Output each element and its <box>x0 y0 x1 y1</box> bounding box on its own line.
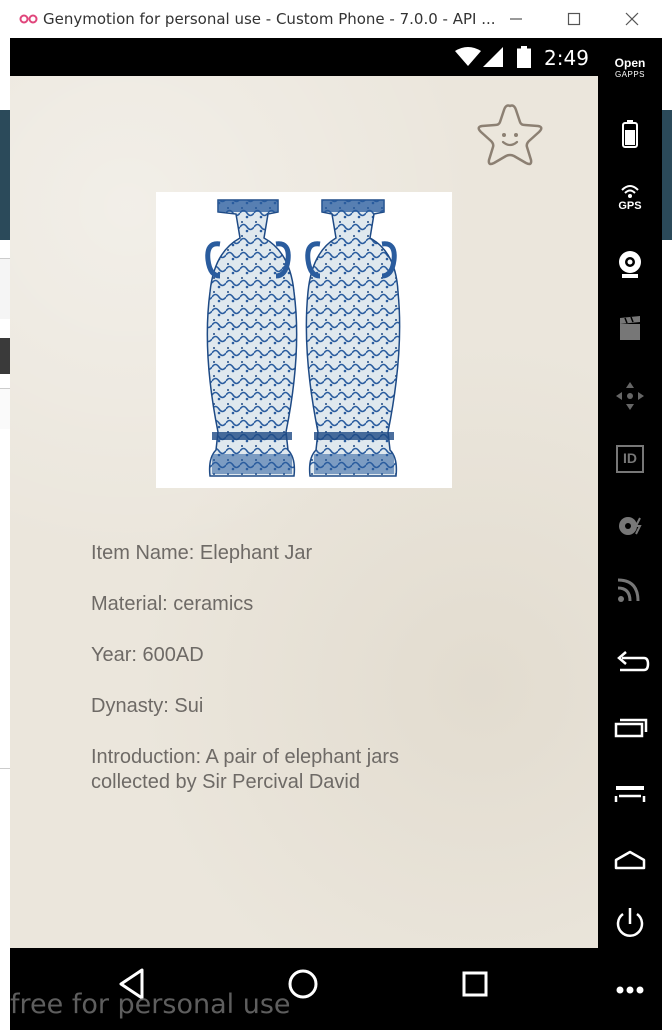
window-title: Genymotion for personal use - Custom Pho… <box>43 10 496 28</box>
home-roof-icon <box>614 850 646 870</box>
background-window-right-edge <box>662 38 672 1030</box>
sidebar-recent-apps-button[interactable] <box>606 706 654 750</box>
genymotion-toolbar: Open GAPPS GPS ID <box>598 38 662 1030</box>
window-title-bar[interactable]: Genymotion for personal use - Custom Pho… <box>0 0 672 39</box>
battery-icon <box>517 46 531 68</box>
maximize-button[interactable] <box>563 9 585 29</box>
device-id-label: ID <box>623 450 637 466</box>
power-button[interactable] <box>606 902 654 946</box>
power-icon <box>616 908 644 937</box>
left-elephant-jar <box>205 199 298 477</box>
item-year-text: Year: 600AD <box>91 644 204 666</box>
close-button[interactable] <box>621 9 643 29</box>
disk-io-button[interactable] <box>606 504 654 548</box>
cellular-signal-icon <box>483 47 503 67</box>
dpad-arrows-icon <box>616 382 644 410</box>
item-detail-screen: Item Name: Elephant Jar Material: cerami… <box>10 76 598 948</box>
battery-widget-button[interactable] <box>606 112 654 156</box>
recent-apps-square-icon <box>462 971 488 997</box>
return-arrow-icon <box>617 651 650 672</box>
item-dynasty-text: Dynasty: Sui <box>91 695 204 717</box>
personal-use-watermark: free for personal use <box>10 989 291 1020</box>
wifi-icon <box>455 47 481 66</box>
android-status-bar: 2:49 <box>10 38 598 76</box>
disk-lightning-icon <box>619 517 642 535</box>
stacked-windows-icon <box>614 718 648 738</box>
cast-widget-button[interactable] <box>606 568 654 612</box>
close-icon <box>625 12 639 26</box>
menu-lines-icon <box>614 786 646 802</box>
favorite-star-button[interactable] <box>472 100 548 170</box>
sidebar-home-button[interactable] <box>606 838 654 882</box>
item-photo <box>156 192 452 488</box>
sidebar-menu-button[interactable] <box>606 772 654 816</box>
smiling-star-icon <box>477 104 543 166</box>
open-gapps-line-2: GAPPS <box>614 70 646 79</box>
right-elephant-jar <box>305 199 401 477</box>
webcam-widget-button[interactable] <box>606 242 654 286</box>
clapperboard-icon <box>620 316 640 340</box>
genymotion-logo-icon <box>19 14 38 24</box>
minimize-button[interactable] <box>505 9 527 29</box>
open-gapps-line-1: Open <box>614 56 646 70</box>
rss-feed-icon <box>617 578 640 602</box>
more-dots-icon <box>616 986 644 994</box>
gps-label: GPS <box>618 200 642 212</box>
background-window-left-edge <box>0 38 10 1030</box>
recent-apps-button[interactable] <box>450 964 500 1004</box>
sidebar-back-button[interactable] <box>606 640 654 684</box>
more-options-button[interactable] <box>606 968 654 1012</box>
status-clock: 2:49 <box>544 46 589 70</box>
maximize-icon <box>567 12 581 26</box>
item-material-text: Material: ceramics <box>91 593 254 615</box>
item-introduction-line-1: Introduction: A pair of elephant jars <box>91 746 399 768</box>
elephant-jar-pair-image <box>205 199 401 477</box>
item-name-text: Item Name: Elephant Jar <box>91 542 313 564</box>
item-introduction-line-2: collected by Sir Percival David <box>91 771 360 793</box>
device-id-button[interactable]: ID <box>606 438 654 482</box>
battery-widget-icon <box>622 120 638 148</box>
move-widget-button[interactable] <box>606 374 654 418</box>
minimize-icon <box>510 18 522 20</box>
gps-widget-button[interactable]: GPS <box>606 178 654 222</box>
webcam-icon <box>619 251 641 278</box>
open-gapps-button[interactable]: Open GAPPS <box>602 56 658 80</box>
screen-capture-button[interactable] <box>606 308 654 352</box>
